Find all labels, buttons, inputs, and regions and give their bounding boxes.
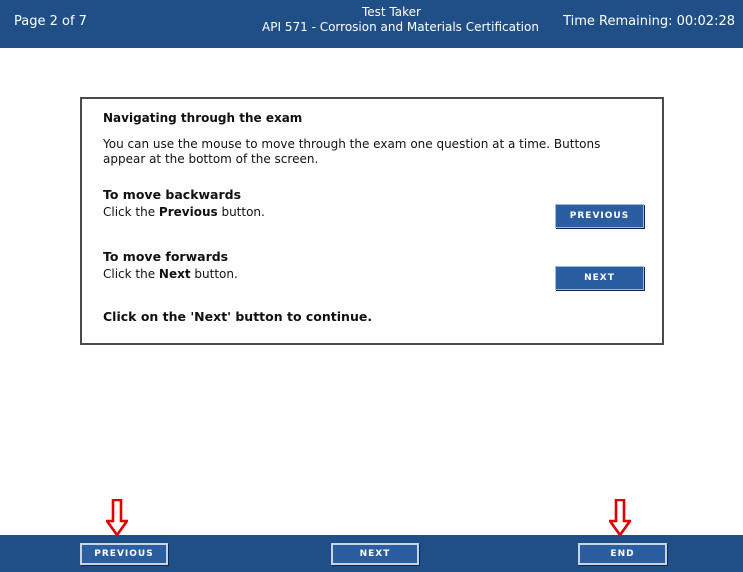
example-next-button[interactable]: Next <box>555 266 644 290</box>
backwards-pre: Click the <box>103 205 159 219</box>
footer-bar: Previous Next End <box>0 535 743 572</box>
forwards-bold: Next <box>158 267 191 281</box>
forwards-pre: Click the <box>103 267 159 281</box>
time-remaining: Time Remaining: 00:02:28 <box>563 14 735 29</box>
header-bar: Page 2 of 7 Test Taker API 571 - Corrosi… <box>0 0 743 48</box>
backwards-instruction: Click the Previous button. <box>103 205 265 219</box>
forwards-instruction: Click the Next button. <box>103 267 238 281</box>
next-button[interactable]: Next <box>331 543 419 565</box>
backwards-post: button. <box>217 205 265 219</box>
panel-heading: Navigating through the exam <box>103 111 303 125</box>
end-button[interactable]: End <box>578 543 667 565</box>
continue-instruction: Click on the 'Next' button to continue. <box>103 309 373 324</box>
down-arrow-icon <box>106 499 128 537</box>
previous-button[interactable]: Previous <box>80 543 168 565</box>
intro-text: You can use the mouse to move through th… <box>103 137 601 166</box>
backwards-bold: Previous <box>158 205 218 219</box>
forwards-post: button. <box>190 267 238 281</box>
backwards-title: To move backwards <box>103 187 242 202</box>
example-previous-button[interactable]: Previous <box>555 204 644 228</box>
down-arrow-icon <box>609 499 631 537</box>
instructions-panel: Navigating through the exam You can use … <box>80 97 664 345</box>
forwards-title: To move forwards <box>103 249 229 264</box>
